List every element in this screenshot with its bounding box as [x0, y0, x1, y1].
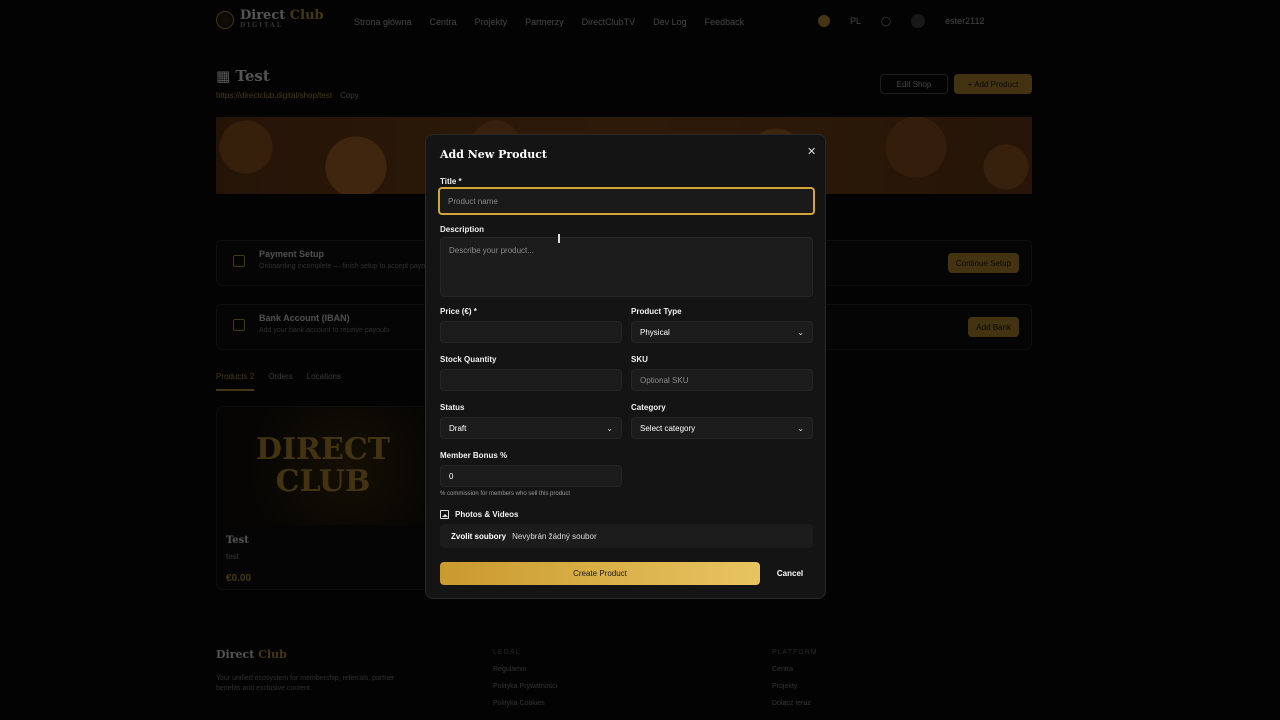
- footer-brand: Direct: [216, 648, 255, 661]
- shop-url: https://directclub.digital/shop/test Copy: [216, 91, 359, 100]
- nav-link-feedback[interactable]: Feedback: [705, 17, 745, 27]
- chevron-down-icon: ⌄: [797, 423, 804, 433]
- chat-icon[interactable]: ◯: [881, 16, 891, 27]
- product-name: Test: [226, 535, 249, 546]
- title-label: Title *: [440, 177, 462, 186]
- tab-products[interactable]: Products 2: [216, 372, 255, 391]
- file-input[interactable]: Zvolit soubory Nevybrán žádný soubor: [440, 524, 813, 548]
- product-card[interactable]: DIRECT CLUB Test test €0.00: [216, 406, 430, 590]
- product-desc: test: [226, 552, 239, 561]
- product-type-value: Physical: [640, 327, 670, 337]
- payment-setup-title: Payment Setup: [259, 249, 325, 259]
- footer-platform: PLATFORM Centra Projekty Dołącz teraz: [772, 644, 818, 712]
- text-cursor: [558, 234, 560, 243]
- payment-setup-sub: Onboarding incomplete — finish setup to …: [259, 263, 441, 270]
- bank-title: Bank Account (IBAN): [259, 313, 350, 323]
- footer-link[interactable]: Polityka Cookies: [493, 695, 557, 712]
- footer-link[interactable]: Regulamin: [493, 661, 557, 678]
- category-select[interactable]: Select category ⌄: [631, 417, 813, 439]
- bank-icon: [233, 319, 245, 331]
- tab-products-count: 2: [249, 372, 255, 381]
- shop-icon: ▦: [216, 67, 236, 85]
- tab-products-label: Products: [216, 372, 248, 381]
- product-price: €0.00: [226, 573, 252, 584]
- price-label: Price (€) *: [440, 307, 477, 316]
- top-nav: Direct Club DIGITAL Strona główna Centra …: [0, 0, 1280, 44]
- language-switch[interactable]: PL: [850, 16, 861, 26]
- page-title: ▦ Test: [216, 67, 270, 85]
- tab-locations[interactable]: Locations: [307, 372, 341, 391]
- nav-link-partners[interactable]: Partnerzy: [525, 17, 564, 27]
- status-label: Status: [440, 403, 465, 412]
- nav-link-home[interactable]: Strona główna: [354, 17, 412, 27]
- add-product-modal: Add New Product ✕ Title * Description Pr…: [425, 134, 826, 599]
- member-bonus-label: Member Bonus %: [440, 451, 508, 460]
- shop-url-link[interactable]: https://directclub.digital/shop/test: [216, 91, 332, 100]
- close-icon[interactable]: ✕: [807, 145, 816, 158]
- nav-link-devlog[interactable]: Dev Log: [653, 17, 687, 27]
- chevron-down-icon: ⌄: [797, 327, 804, 337]
- product-image-text-1: DIRECT: [255, 432, 391, 467]
- product-type-select[interactable]: Physical ⌄: [631, 321, 813, 343]
- bank-sub: Add your bank account to receive payouts: [259, 327, 390, 334]
- footer-legal-head: LEGAL: [493, 649, 521, 656]
- brand-name-accent: Club: [289, 8, 324, 23]
- brand-name: Direct: [240, 8, 286, 23]
- photos-label: Photos & Videos: [440, 510, 518, 519]
- category-value: Select category: [640, 423, 696, 433]
- member-bonus-input[interactable]: [440, 465, 622, 487]
- sku-input[interactable]: [631, 369, 813, 391]
- status-value: Draft: [449, 423, 467, 433]
- footer-legal: LEGAL Regulamin Polityka Prywatności Pol…: [493, 644, 557, 712]
- copy-button[interactable]: Copy: [340, 91, 359, 100]
- product-image: DIRECT CLUB: [217, 407, 429, 525]
- image-icon: [440, 510, 449, 519]
- footer-link[interactable]: Dołącz teraz: [772, 695, 818, 712]
- nav-right: PL ◯ ester2112: [818, 14, 984, 28]
- member-bonus-help: % commission for members who sell this p…: [440, 491, 571, 497]
- footer-link[interactable]: Centra: [772, 661, 818, 678]
- brand-sub: DIGITAL: [240, 22, 283, 29]
- description-textarea[interactable]: [440, 237, 813, 297]
- status-select[interactable]: Draft ⌄: [440, 417, 622, 439]
- stock-label: Stock Quantity: [440, 355, 497, 364]
- nav-links: Strona główna Centra Projekty Partnerzy …: [354, 17, 744, 27]
- nav-link-tv[interactable]: DirectClubTV: [582, 17, 636, 27]
- choose-files-button[interactable]: Zvolit soubory: [451, 532, 506, 541]
- description-label: Description: [440, 225, 485, 234]
- product-image-text-2: CLUB: [275, 464, 371, 499]
- avatar[interactable]: [911, 14, 926, 28]
- user-name[interactable]: ester2112: [945, 16, 984, 26]
- add-bank-button[interactable]: Add Bank: [968, 317, 1019, 337]
- modal-title: Add New Product: [440, 148, 547, 161]
- shop-tabs: Products 2 Orders Locations: [216, 372, 341, 391]
- card-icon: [233, 255, 245, 267]
- nav-link-projects[interactable]: Projekty: [475, 17, 508, 27]
- chevron-down-icon: ⌄: [606, 423, 613, 433]
- stock-input[interactable]: [440, 369, 622, 391]
- coin-icon[interactable]: [818, 15, 830, 27]
- file-status: Nevybrán žádný soubor: [512, 531, 597, 541]
- sku-label: SKU: [631, 355, 648, 364]
- create-product-button[interactable]: Create Product: [440, 562, 760, 585]
- continue-setup-button[interactable]: Continue Setup: [947, 253, 1019, 273]
- footer-platform-head: PLATFORM: [772, 649, 818, 656]
- edit-shop-button[interactable]: Edit Shop: [880, 74, 948, 94]
- photos-label-text: Photos & Videos: [455, 510, 519, 519]
- add-product-button[interactable]: + Add Product: [954, 74, 1032, 94]
- product-type-label: Product Type: [631, 307, 682, 316]
- footer-text: Your unified ecosystem for membership, r…: [216, 675, 395, 692]
- title-input[interactable]: [438, 187, 815, 215]
- cancel-button[interactable]: Cancel: [768, 562, 812, 585]
- price-input[interactable]: [440, 321, 622, 343]
- tab-orders[interactable]: Orders: [268, 372, 292, 391]
- footer-link[interactable]: Polityka Prywatności: [493, 678, 557, 695]
- footer-brand-accent: Club: [258, 648, 287, 661]
- logo-icon: [216, 11, 234, 29]
- footer-link[interactable]: Projekty: [772, 678, 818, 695]
- nav-link-centra[interactable]: Centra: [430, 17, 457, 27]
- brand-logo[interactable]: Direct Club DIGITAL: [216, 8, 324, 30]
- footer-logo: Direct Club: [216, 648, 287, 661]
- category-label: Category: [631, 403, 666, 412]
